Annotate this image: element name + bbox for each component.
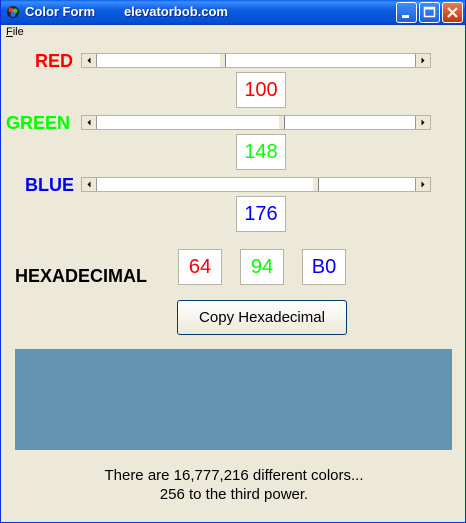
blue-label: BLUE: [25, 175, 74, 195]
footer-third-power: 256 to the third power.: [159, 486, 309, 503]
color-wheel-icon[interactable]: [5, 4, 21, 20]
left-arrow-icon[interactable]: [82, 116, 97, 129]
blue-slider-thumb[interactable]: [312, 178, 320, 191]
red-label: RED: [35, 51, 74, 71]
green-label: GREEN: [6, 113, 71, 133]
left-arrow-icon[interactable]: [82, 54, 97, 67]
red-slider[interactable]: [81, 53, 431, 68]
minimize-icon: [402, 15, 409, 18]
title-bar[interactable]: Color Form elevatorbob.com: [1, 0, 465, 25]
copy-hexadecimal-button[interactable]: Copy Hexadecimal: [177, 300, 347, 335]
green-value[interactable]: 148: [236, 134, 286, 170]
right-arrow-icon[interactable]: [415, 54, 430, 67]
maximize-icon: [423, 6, 436, 18]
green-slider-thumb[interactable]: [277, 116, 285, 129]
close-button[interactable]: [442, 2, 463, 23]
menu-bar: File: [1, 25, 465, 41]
blue-value[interactable]: 176: [236, 196, 286, 232]
maximize-button[interactable]: [419, 2, 440, 23]
color-preview-swatch: [15, 349, 452, 450]
hex-blue-value[interactable]: B0: [302, 249, 346, 285]
menu-file[interactable]: File: [6, 26, 24, 38]
right-arrow-icon[interactable]: [415, 178, 430, 191]
red-slider-thumb[interactable]: [218, 54, 226, 67]
hexadecimal-label: HEXADECIMAL: [15, 266, 148, 286]
hex-green-value[interactable]: 94: [240, 249, 284, 285]
hex-red-value[interactable]: 64: [178, 249, 222, 285]
color-form-window: Color Form elevatorbob.com File RED 100 …: [0, 0, 466, 523]
right-arrow-icon[interactable]: [415, 116, 430, 129]
green-slider[interactable]: [81, 115, 431, 130]
minimize-button[interactable]: [396, 2, 417, 23]
blue-slider[interactable]: [81, 177, 431, 192]
window-title: Color Form elevatorbob.com: [25, 4, 228, 19]
footer-colors-count: There are 16,777,216 different colors...: [104, 467, 364, 484]
red-value[interactable]: 100: [236, 72, 286, 108]
left-arrow-icon[interactable]: [82, 178, 97, 191]
close-icon: [447, 7, 458, 18]
